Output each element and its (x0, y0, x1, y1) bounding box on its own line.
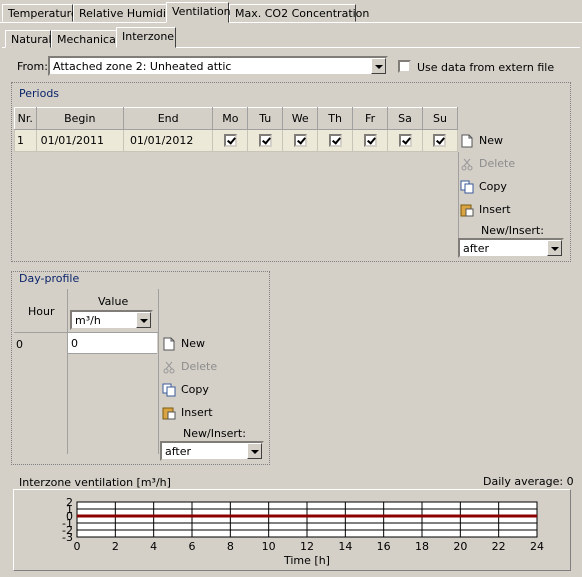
y-tick-label: -3 (62, 531, 73, 544)
x-tick-label: 4 (150, 540, 157, 553)
x-tick-label: 12 (300, 540, 314, 553)
ventilation-chart: 210-1-2-30 2 4 6 8 10 12 14 16 18 20 22 24Time [h] (62, 496, 544, 567)
x-tick-label: 20 (453, 540, 467, 553)
tab-ventilation[interactable]: Ventilation (166, 2, 231, 23)
x-tick-label: 0 (74, 540, 81, 553)
x-tick-label: 8 (227, 540, 234, 553)
x-tick-label: 10 (262, 540, 276, 553)
x-tick-label: 2 (112, 540, 119, 553)
x-tick-label: 18 (415, 540, 429, 553)
x-tick-label: 24 (530, 540, 544, 553)
x-axis-label: Time [h] (283, 554, 330, 567)
x-tick-label: 22 (492, 540, 506, 553)
x-tick-label: 14 (338, 540, 352, 553)
x-tick-label: 16 (377, 540, 391, 553)
subtab-interzone[interactable]: Interzone (116, 27, 176, 48)
x-tick-label: 6 (189, 540, 196, 553)
